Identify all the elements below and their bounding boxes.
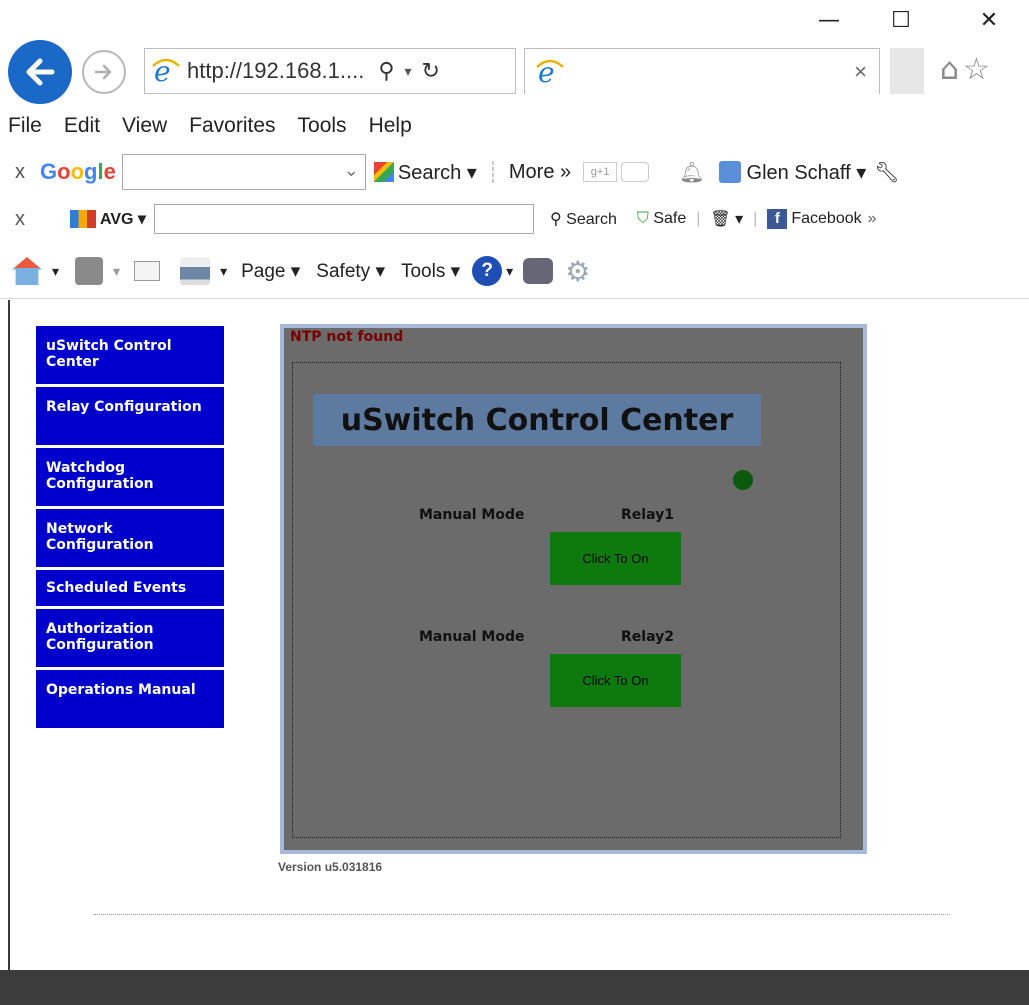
google-logo: Google: [40, 159, 116, 184]
sidebar-item-operations-manual[interactable]: Operations Manual: [36, 670, 224, 728]
help-icon[interactable]: ?: [472, 256, 503, 286]
sidebar-item-relay-configuration[interactable]: Relay Configuration: [36, 387, 224, 445]
google-search-button[interactable]: Search ▾: [373, 160, 477, 185]
footer-divider: [94, 914, 950, 915]
page-content: uSwitch Control Center Relay Configurati…: [8, 300, 1029, 970]
relay2-name-label: Relay2: [621, 629, 674, 645]
forward-button[interactable]: [82, 50, 126, 94]
facebook-button[interactable]: f Facebook: [767, 209, 862, 229]
menu-file[interactable]: File: [8, 114, 42, 138]
chrome-separator: [0, 298, 1029, 299]
menu-favorites[interactable]: Favorites: [189, 114, 275, 138]
sidebar-menu: uSwitch Control Center Relay Configurati…: [36, 326, 224, 731]
settings-gear-icon[interactable]: ⚙: [565, 255, 590, 288]
back-arrow-icon: [26, 58, 55, 86]
status-bar: [0, 970, 1029, 1005]
relay1-toggle-button[interactable]: Click To On: [550, 532, 681, 585]
safety-menu-button[interactable]: Safety ▾: [316, 260, 385, 283]
avg-search-input[interactable]: [153, 204, 534, 234]
read-mail-icon[interactable]: [134, 261, 161, 281]
avg-logo-icon: [70, 210, 96, 228]
forward-arrow-icon: [94, 64, 112, 80]
magnifier-icon: ⚲: [549, 211, 562, 228]
wrench-icon[interactable]: 🔧︎: [874, 160, 899, 185]
url-text: http://192.168.1....: [187, 58, 365, 83]
avg-menu-button[interactable]: AVG ▾: [100, 209, 146, 229]
close-window-button[interactable]: ✕: [966, 4, 1012, 36]
avg-search-button[interactable]: ⚲ Search: [550, 209, 617, 229]
window-titlebar: — ☐ ✕: [0, 0, 1029, 40]
menu-tools[interactable]: Tools: [298, 114, 347, 138]
page-menu-button[interactable]: Page ▾: [241, 260, 300, 283]
new-tab-button[interactable]: [890, 48, 924, 94]
more-button[interactable]: More »: [509, 161, 571, 184]
chevron-down-icon[interactable]: ⌄: [344, 160, 359, 181]
maximize-button[interactable]: ☐: [878, 4, 924, 36]
sidebar-item-watchdog-configuration[interactable]: Watchdog Configuration: [36, 448, 224, 506]
notification-bell-icon[interactable]: 🔔︎: [679, 160, 704, 185]
search-icon[interactable]: ⚲: [378, 58, 394, 84]
menu-edit[interactable]: Edit: [64, 114, 100, 138]
ntp-status: NTP not found: [290, 329, 404, 345]
sidebar-item-network-configuration[interactable]: Network Configuration: [36, 509, 224, 567]
tools-menu-button[interactable]: Tools ▾: [401, 260, 460, 283]
ie-tab-icon: e: [536, 57, 564, 87]
relay1-mode-label: Manual Mode: [419, 507, 525, 523]
share-box-icon[interactable]: [621, 162, 650, 182]
research-icon[interactable]: [523, 258, 554, 284]
menu-help[interactable]: Help: [369, 114, 412, 138]
home-icon[interactable]: ⌂: [940, 52, 963, 87]
print-icon[interactable]: [180, 257, 211, 285]
sidebar-item-scheduled-events[interactable]: Scheduled Events: [36, 570, 224, 606]
relay2-toggle-button[interactable]: Click To On: [550, 654, 681, 707]
print-dropdown-icon[interactable]: ▾: [220, 263, 227, 280]
help-dropdown-icon[interactable]: ▾: [506, 263, 513, 280]
shield-check-icon: ⛉: [636, 210, 649, 227]
control-panel: NTP not found uSwitch Control Center Man…: [280, 324, 867, 854]
favorites-star-icon[interactable]: ☆: [963, 52, 994, 87]
minimize-button[interactable]: —: [806, 4, 852, 36]
sidebar-item-authorization-configuration[interactable]: Authorization Configuration: [36, 609, 224, 667]
facebook-icon: f: [767, 209, 788, 229]
page-title: uSwitch Control Center: [313, 394, 761, 446]
trash-icon[interactable]: 🗑︎ ▾: [710, 209, 743, 229]
address-bar[interactable]: e http://192.168.1.... ⚲ ▾ ↻: [144, 48, 516, 94]
status-indicator-dot: [733, 470, 753, 490]
browser-tab[interactable]: e ×: [524, 48, 880, 94]
control-panel-inner: uSwitch Control Center Manual Mode Relay…: [292, 362, 841, 838]
google-toolbar-close[interactable]: x: [0, 161, 40, 184]
refresh-icon[interactable]: ↻: [422, 58, 440, 84]
home-dropdown-icon[interactable]: ▾: [52, 263, 59, 280]
avg-safe-button[interactable]: ⛉ Safe: [637, 210, 686, 228]
home-page-icon[interactable]: [12, 257, 42, 285]
user-account-button[interactable]: Glen Schaff ▾: [747, 160, 867, 185]
google-search-input[interactable]: ⌄: [121, 154, 366, 190]
relay2-mode-label: Manual Mode: [419, 629, 525, 645]
menu-bar: File Edit View Favorites Tools Help: [0, 104, 1029, 148]
rss-feed-icon[interactable]: [75, 257, 104, 285]
user-avatar-icon: [718, 161, 741, 183]
menu-view[interactable]: View: [122, 114, 167, 138]
command-bar: ▾ ▾ ▾ Page ▾ Safety ▾ Tools ▾ ? ▾ ⚙: [0, 246, 1029, 296]
avg-toolbar: x AVG ▾ ⚲ Search ⛉ Safe | 🗑︎ ▾ | f Facebo…: [0, 198, 1029, 240]
google-search-icon: [373, 162, 394, 182]
rss-dropdown-icon[interactable]: ▾: [113, 263, 120, 280]
google-toolbar: x Google ⌄ Search ▾ ┊ More » g+1 🔔︎ Glen…: [0, 150, 1029, 194]
dropdown-arrow-icon[interactable]: ▾: [404, 63, 411, 80]
overflow-chevron-icon[interactable]: »: [868, 210, 877, 228]
version-text: Version u5.031816: [278, 860, 383, 874]
relay1-name-label: Relay1: [621, 507, 674, 523]
sidebar-item-control-center[interactable]: uSwitch Control Center: [36, 326, 224, 384]
navigation-bar: e http://192.168.1.... ⚲ ▾ ↻ e × ⌂☆: [0, 40, 1029, 104]
ie-logo-icon: e: [152, 56, 180, 86]
avg-toolbar-close[interactable]: x: [0, 208, 40, 231]
plus-one-icon[interactable]: g+1: [583, 162, 618, 182]
tab-close-button[interactable]: ×: [854, 59, 867, 85]
back-button[interactable]: [8, 40, 72, 104]
